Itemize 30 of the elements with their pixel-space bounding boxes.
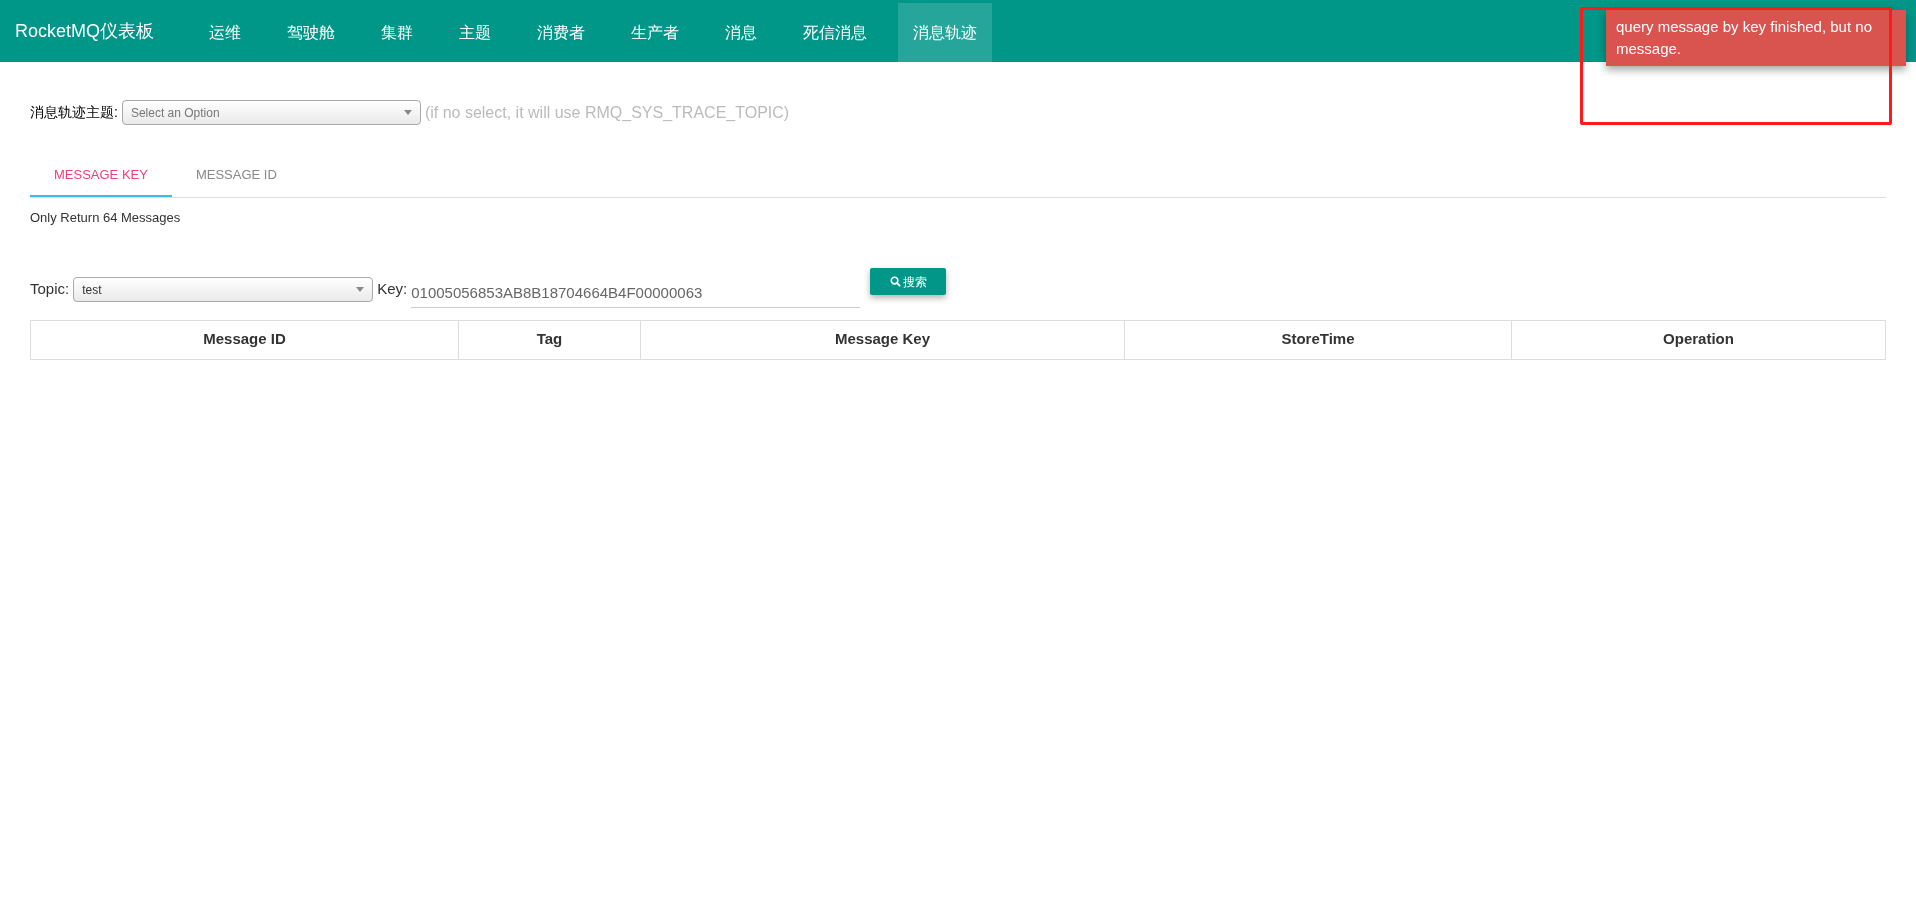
caret-icon: [403, 110, 412, 115]
brand-title[interactable]: RocketMQ仪表板: [15, 17, 155, 45]
field-label: 消息轨迹主题:: [30, 103, 118, 122]
column-header: Message Key: [640, 320, 1124, 359]
hint-text: (if no select, it will use RMQ_SYS_TRACE_TOPIC): [424, 102, 790, 123]
field-label: Topic:: [30, 279, 70, 300]
tab[interactable]: MESSAGE KEY: [30, 155, 172, 197]
column-header: Tag: [458, 320, 640, 359]
topic-select[interactable]: test: [73, 277, 374, 302]
nav-item[interactable]: 消息: [710, 3, 773, 62]
nav-item[interactable]: 死信消息: [788, 3, 883, 62]
nav-item[interactable]: 消费者: [522, 3, 601, 62]
toast-message: query message by key finished, but no message.: [1606, 10, 1906, 66]
note-text: Only Return 64 Messages: [30, 209, 182, 227]
search-icon: [889, 276, 901, 287]
column-header: Operation: [1511, 320, 1885, 359]
tab[interactable]: MESSAGE ID: [171, 155, 301, 197]
field-label: Key:: [377, 279, 408, 300]
search-button[interactable]: 搜索: [870, 268, 947, 295]
nav-item[interactable]: 生产者: [616, 3, 695, 62]
key-input[interactable]: 01005056853AB8B18704664B4F00000063: [411, 277, 861, 308]
nav-item[interactable]: 集群: [366, 3, 429, 62]
nav-item[interactable]: 驾驶舱: [272, 3, 351, 62]
nav-item[interactable]: 主题: [444, 3, 507, 62]
nav-item[interactable]: 消息轨迹: [898, 3, 993, 62]
nav-item[interactable]: 运维: [194, 3, 257, 62]
column-header: Message ID: [202, 329, 287, 350]
caret-icon: [356, 287, 365, 292]
topic-select[interactable]: Select an Option: [121, 100, 421, 125]
column-header: StoreTime: [1124, 320, 1511, 359]
